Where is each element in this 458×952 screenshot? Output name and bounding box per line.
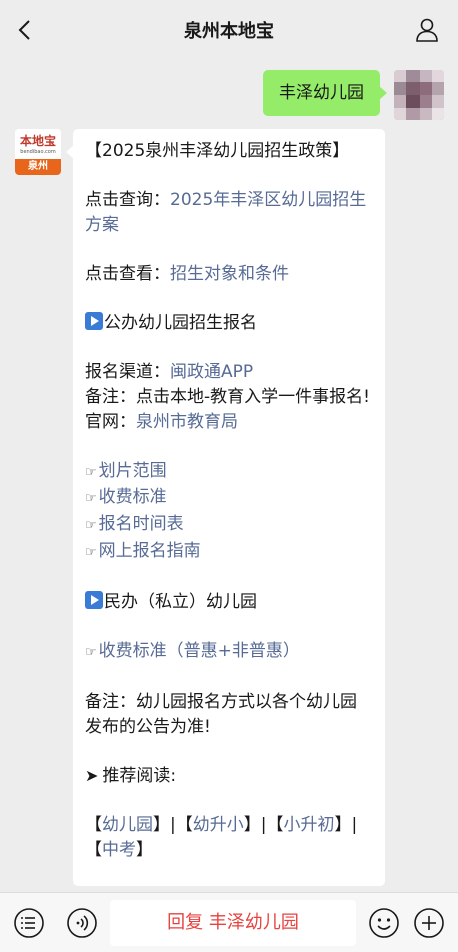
emoji-icon[interactable] [368, 907, 400, 939]
education-bureau-link[interactable]: 泉州市教育局 [136, 412, 238, 432]
tag-primary-entry-link[interactable]: 幼升小 [193, 815, 244, 835]
page-title: 泉州本地宝 [184, 21, 274, 42]
zoning-scope-link[interactable]: 划片范围 [99, 461, 167, 481]
avatar-image [394, 70, 444, 120]
list-item: ☞ 网上报名指南 [85, 539, 373, 566]
query-line: 点击查询：2025年丰泽区幼儿园招生方案 [85, 190, 367, 235]
tag-links: 【幼儿园】|【幼升小】|【小升初】|【中考】 [85, 815, 358, 860]
play-button-icon [85, 312, 103, 331]
schedule-link[interactable]: 报名时间表 [99, 514, 184, 534]
fee-standard-link[interactable]: 收费标准 [99, 487, 167, 507]
list-item: ☞ 报名时间表 [85, 512, 373, 539]
private-section-heading: 民办（私立）幼儿园 [85, 590, 373, 615]
top-navigation-bar: 泉州本地宝 [0, 0, 458, 60]
website-line: 官网：泉州市教育局 [85, 411, 238, 432]
bendibao-logo: 本地宝 bendibao.com [15, 129, 61, 159]
public-section-heading: 公办幼儿园招生报名 [85, 311, 373, 336]
list-item: ☞ 收费标准 [85, 485, 373, 512]
bot-message-bubble: 【2025泉州丰泽幼儿园招生政策】 点击查询：2025年丰泽区幼儿园招生方案 点… [66, 129, 385, 886]
minzhengtong-app-link[interactable]: 闽政通APP [170, 362, 253, 382]
view-line: 点击查看：招生对象和条件 [85, 263, 289, 284]
bot-avatar[interactable]: 本地宝 bendibao.com 泉州 [15, 129, 61, 175]
pointing-hand-icon: ☞ [85, 544, 97, 560]
note-line: 备注：点击本地-教育入学一件事报名! [85, 386, 370, 407]
online-guide-link[interactable]: 网上报名指南 [99, 541, 201, 561]
private-fee-link[interactable]: 收费标准（普惠+非普惠） [99, 641, 300, 661]
tag-high-school-exam-link[interactable]: 中考 [102, 840, 136, 860]
eligibility-link[interactable]: 招生对象和条件 [170, 264, 289, 284]
user-avatar[interactable] [394, 70, 444, 120]
voice-icon[interactable] [66, 907, 98, 939]
menu-list-icon[interactable] [13, 907, 45, 939]
tag-kindergarten-link[interactable]: 幼儿园 [102, 815, 153, 835]
user-message-bubble: 丰泽幼儿园 [263, 70, 387, 116]
channel-line: 报名渠道：闽政通APP [85, 362, 254, 383]
tag-middle-entry-link[interactable]: 小升初 [283, 815, 334, 835]
list-item: ☞ 收费标准（普惠+非普惠） [85, 639, 373, 666]
recommend-heading: ➤ 推荐阅读: [85, 765, 177, 786]
avatar-city-label: 泉州 [15, 159, 61, 175]
pointing-hand-icon: ☞ [85, 644, 97, 660]
person-icon[interactable] [414, 17, 440, 43]
play-button-icon [85, 590, 103, 609]
note-line: 备注：幼儿园报名方式以各个幼儿园发布的公告为准! [85, 692, 357, 737]
plus-icon[interactable] [413, 907, 445, 939]
pointing-hand-icon: ☞ [85, 517, 97, 533]
list-item: ☞ 划片范围 [85, 459, 373, 486]
message-title: 【2025泉州丰泽幼儿园招生政策】 [85, 141, 350, 161]
pointing-hand-icon: ☞ [85, 491, 97, 507]
pointing-hand-icon: ☞ [85, 464, 97, 480]
bottom-input-bar: 回复 丰泽幼儿园 [0, 892, 458, 952]
reply-button[interactable]: 回复 丰泽幼儿园 [110, 900, 356, 946]
arrow-right-icon: ➤ [85, 765, 99, 785]
